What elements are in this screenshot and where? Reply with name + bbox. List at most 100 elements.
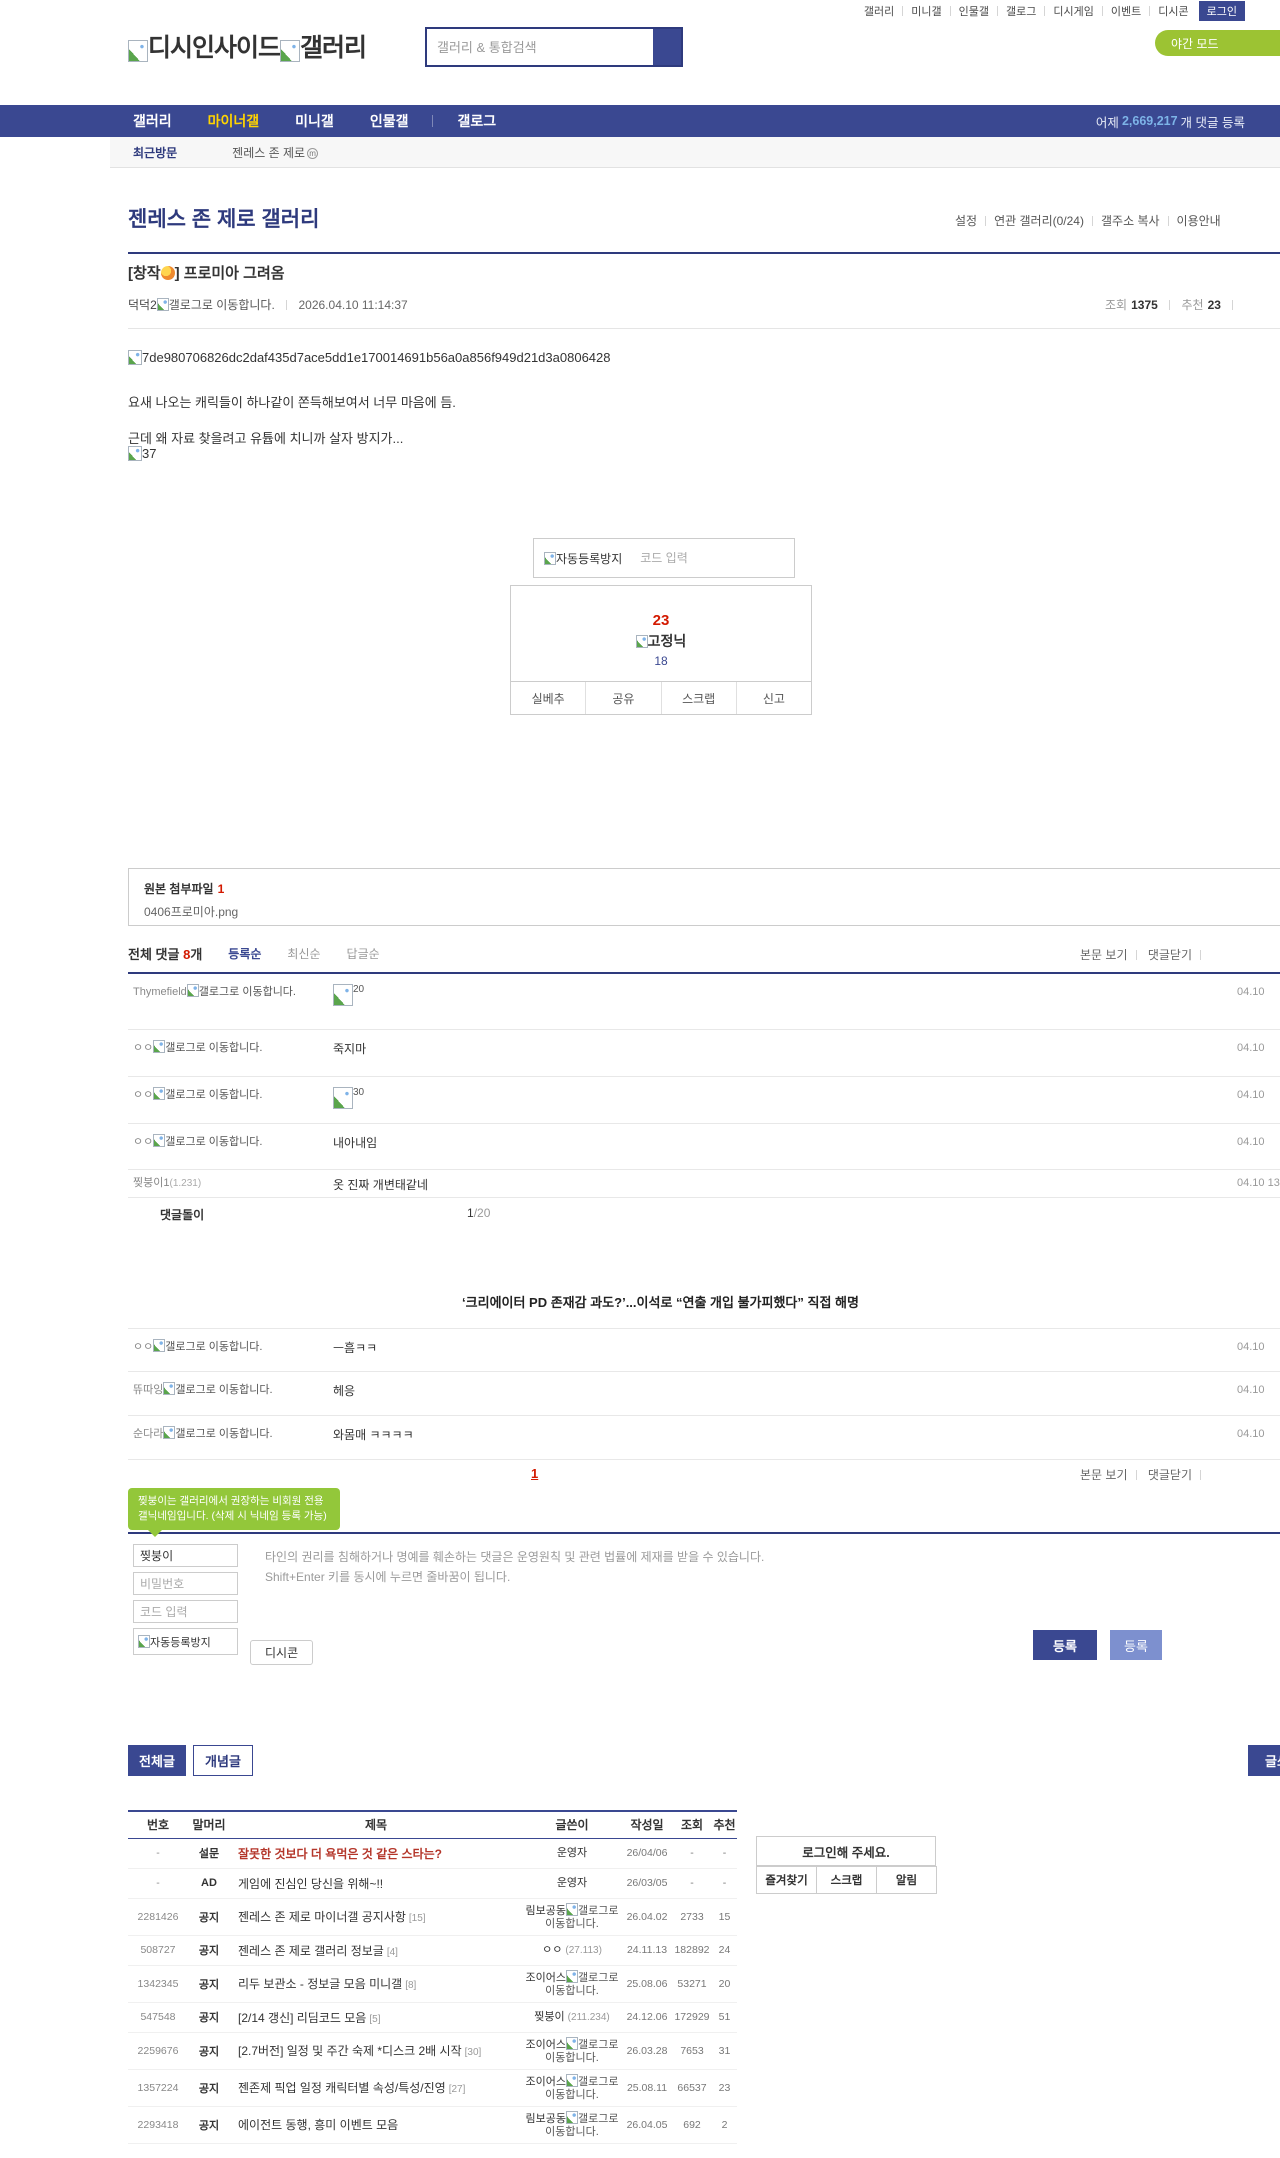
comment-textarea-notice-1[interactable]: 타인의 권리를 침해하거나 명예를 훼손하는 댓글은 운영원칙 및 관련 법률에… bbox=[265, 1548, 764, 1565]
comment-author[interactable]: ㅇㅇ갤로그로 이동합니다. bbox=[133, 1339, 313, 1355]
fixed-nick-upvote[interactable]: 고정닉 bbox=[511, 631, 811, 651]
tab-best-posts[interactable]: 개념글 bbox=[193, 1745, 253, 1776]
comment-submit-button[interactable]: 등록 bbox=[1033, 1630, 1097, 1660]
comment-textarea-notice-2[interactable]: Shift+Enter 키를 동시에 누르면 줄바꿈이 됩니다. bbox=[265, 1568, 510, 1585]
comment-author-ip: (1.231) bbox=[169, 1178, 201, 1189]
report-button[interactable]: 신고 bbox=[736, 682, 811, 714]
topbar-link-gallery[interactable]: 갤러리 bbox=[864, 3, 894, 19]
author-cell[interactable]: 림보공동갤로그로 이동합니다. bbox=[522, 2106, 622, 2143]
usage-guide-link[interactable]: 이용안내 bbox=[1177, 212, 1221, 229]
post-link[interactable]: 젠레스 존 제로 갤러리 정보글[4] bbox=[230, 1935, 522, 1965]
comment-date: 04.10 bbox=[1237, 1341, 1265, 1353]
post-link[interactable]: [2.7버전] 일정 및 주간 숙제 *디스크 2배 시작[30] bbox=[230, 2032, 522, 2069]
topbar-link-dccon[interactable]: 디시콘 bbox=[1158, 3, 1188, 19]
attachment-filename[interactable]: 0406프로미아.png bbox=[144, 903, 1272, 920]
night-mode-button[interactable]: 야간 모드 bbox=[1155, 30, 1280, 56]
broken-image-icon bbox=[163, 1426, 175, 1439]
post-stats: 조회1375 추천23 bbox=[1105, 296, 1241, 313]
table-header-row: 번호 말머리 제목 글쓴이 작성일 조회 추천 bbox=[128, 1811, 737, 1838]
comment-date: 04.10 bbox=[1237, 1089, 1265, 1101]
sidebar-tab-favorites[interactable]: 즐겨찾기 bbox=[756, 1866, 817, 1894]
sort-newest[interactable]: 최신순 bbox=[287, 945, 320, 962]
author-cell[interactable]: 조이어스갤로그로 이동합니다. bbox=[522, 2069, 622, 2106]
broken-image-icon bbox=[636, 635, 648, 648]
site-logo[interactable]: 디시인사이드갤러리 bbox=[128, 28, 366, 64]
view-post-link[interactable]: 본문 보기 bbox=[1080, 948, 1128, 962]
ad-headline[interactable]: ‘크리에이터 PD 존재감 과도?’...이석로 “연출 개입 불가피했다” 직… bbox=[128, 1292, 1193, 1311]
tab-all-posts[interactable]: 전체글 bbox=[128, 1745, 186, 1776]
post-link[interactable]: 젠레스 존 제로 마이너갤 공지사항[15] bbox=[230, 1898, 522, 1935]
close-comments-link[interactable]: 댓글닫기 bbox=[1148, 1468, 1192, 1482]
settings-link[interactable]: 설정 bbox=[955, 212, 977, 229]
comment-row: 찢붕이1(1.231) 옷 진짜 개변태같네 04.10 13 bbox=[128, 1170, 1280, 1198]
table-row: 1342345 공지 리두 보관소 - 정보글 모음 미니갤[8] 조이어스갤로… bbox=[128, 1965, 737, 2002]
comment-password-input[interactable] bbox=[133, 1572, 238, 1595]
share-button[interactable]: 공유 bbox=[585, 682, 660, 714]
topbar-link-persongall[interactable]: 인물갤 bbox=[959, 3, 989, 19]
nav-divider bbox=[432, 115, 433, 127]
search-input[interactable] bbox=[427, 29, 653, 65]
copy-gallery-url-link[interactable]: 갤주소 복사 bbox=[1101, 212, 1160, 229]
scrap-button[interactable]: 스크랩 bbox=[661, 682, 736, 714]
write-post-button[interactable]: 글쓰기 bbox=[1248, 1745, 1280, 1776]
palette-emoji-icon: 🎨 bbox=[161, 266, 175, 280]
author-cell[interactable]: 조이어스갤로그로 이동합니다. bbox=[522, 2032, 622, 2069]
post-link[interactable]: 에이전트 동행, 흥미 이벤트 모음 bbox=[230, 2106, 522, 2143]
search-box bbox=[425, 27, 683, 67]
comment-page-1[interactable]: 1 bbox=[531, 1466, 538, 1481]
author-cell[interactable]: 림보공동갤로그로 이동합니다. bbox=[522, 1898, 622, 1935]
comment-date: 04.10 bbox=[1237, 986, 1265, 998]
post-link[interactable]: 리두 보관소 - 정보글 모음 미니갤[8] bbox=[230, 1965, 522, 2002]
author-cell[interactable]: 조이어스갤로그로 이동합니다. bbox=[522, 1965, 622, 2002]
nav-item-persongall[interactable]: 인물갤 bbox=[352, 111, 427, 131]
search-button[interactable] bbox=[653, 29, 681, 65]
post-link[interactable]: 잘못한 것보다 더 욕먹은 것 같은 스타는? bbox=[230, 1838, 522, 1868]
comment-author[interactable]: ㅇㅇ갤로그로 이동합니다. bbox=[133, 1134, 313, 1150]
sidebar-tab-alerts[interactable]: 알림 bbox=[876, 1866, 937, 1894]
post-header-divider bbox=[128, 328, 1280, 329]
captcha-code-input[interactable] bbox=[640, 551, 750, 565]
recent-visit-label[interactable]: 최근방문 bbox=[133, 144, 177, 161]
nav-item-gallery[interactable]: 갤러리 bbox=[115, 111, 190, 131]
comment-nick-input[interactable] bbox=[133, 1544, 238, 1567]
realbest-button[interactable]: 실베추 bbox=[511, 682, 585, 714]
related-galleries-link[interactable]: 연관 갤러리(0/24) bbox=[994, 212, 1084, 229]
login-button[interactable]: 로그인 bbox=[1199, 1, 1245, 21]
downvote-count[interactable]: 18 bbox=[511, 654, 811, 668]
topbar-link-event[interactable]: 이벤트 bbox=[1111, 3, 1141, 19]
nav-item-gallog[interactable]: 갤로그 bbox=[439, 111, 514, 131]
broken-image-icon bbox=[128, 350, 142, 365]
comment-author[interactable]: Thymefield갤로그로 이동합니다. bbox=[133, 984, 313, 1000]
sort-replies[interactable]: 답글순 bbox=[347, 945, 380, 962]
breadcrumb-gallery-name[interactable]: 젠레스 존 제로m bbox=[232, 144, 318, 161]
gallery-title[interactable]: 젠레스 존 제로 갤러리 bbox=[128, 203, 319, 233]
post-link[interactable]: 젠존제 픽업 일정 캐릭터별 속성/특성/진영[27] bbox=[230, 2069, 522, 2106]
sidebar-login-message[interactable]: 로그인해 주세요. bbox=[756, 1836, 936, 1866]
post-link[interactable]: 게임에 진심인 당신을 위해~!! bbox=[230, 1868, 522, 1898]
broken-image-icon bbox=[280, 40, 300, 62]
nav-item-minigall[interactable]: 미니갤 bbox=[277, 111, 352, 131]
sidebar-tab-scrap[interactable]: 스크랩 bbox=[816, 1866, 877, 1894]
comment-author[interactable]: ㅇㅇ갤로그로 이동합니다. bbox=[133, 1040, 313, 1056]
gallog-alt-text[interactable]: 갤로그로 이동합니다. bbox=[169, 298, 275, 312]
upvote-count[interactable]: 23 bbox=[511, 612, 811, 629]
comment-code-input[interactable] bbox=[133, 1600, 238, 1623]
post-author[interactable]: 덕덕2 bbox=[128, 298, 157, 312]
broken-image-icon bbox=[566, 1903, 578, 1916]
topbar-link-gallog[interactable]: 갤로그 bbox=[1006, 3, 1036, 19]
comment-submit-alt-button[interactable]: 등록 bbox=[1110, 1630, 1162, 1660]
sort-registered[interactable]: 등록순 bbox=[228, 945, 261, 962]
breadcrumb: 최근방문 젠레스 존 제로m bbox=[110, 137, 1280, 168]
topbar-link-minigall[interactable]: 미니갤 bbox=[911, 3, 941, 19]
comment-author[interactable]: 순다라갤로그로 이동합니다. bbox=[133, 1426, 313, 1442]
close-comments-link[interactable]: 댓글닫기 bbox=[1148, 948, 1192, 962]
comment-author[interactable]: 뜌따잉갤로그로 이동합니다. bbox=[133, 1382, 313, 1398]
view-post-link[interactable]: 본문 보기 bbox=[1080, 1468, 1128, 1482]
comment-author[interactable]: ㅇㅇ갤로그로 이동합니다. bbox=[133, 1087, 313, 1103]
nav-item-minorgall-active[interactable]: 마이너갤 bbox=[190, 111, 278, 131]
minor-gallery-badge-icon: m bbox=[307, 148, 318, 159]
post-link[interactable]: [2/14 갱신] 리딤코드 모음[5] bbox=[230, 2002, 522, 2032]
dccon-button[interactable]: 디시콘 bbox=[250, 1640, 313, 1665]
topbar-link-dcgame[interactable]: 디시게임 bbox=[1053, 3, 1093, 19]
attachment-count: 1 bbox=[218, 882, 225, 896]
